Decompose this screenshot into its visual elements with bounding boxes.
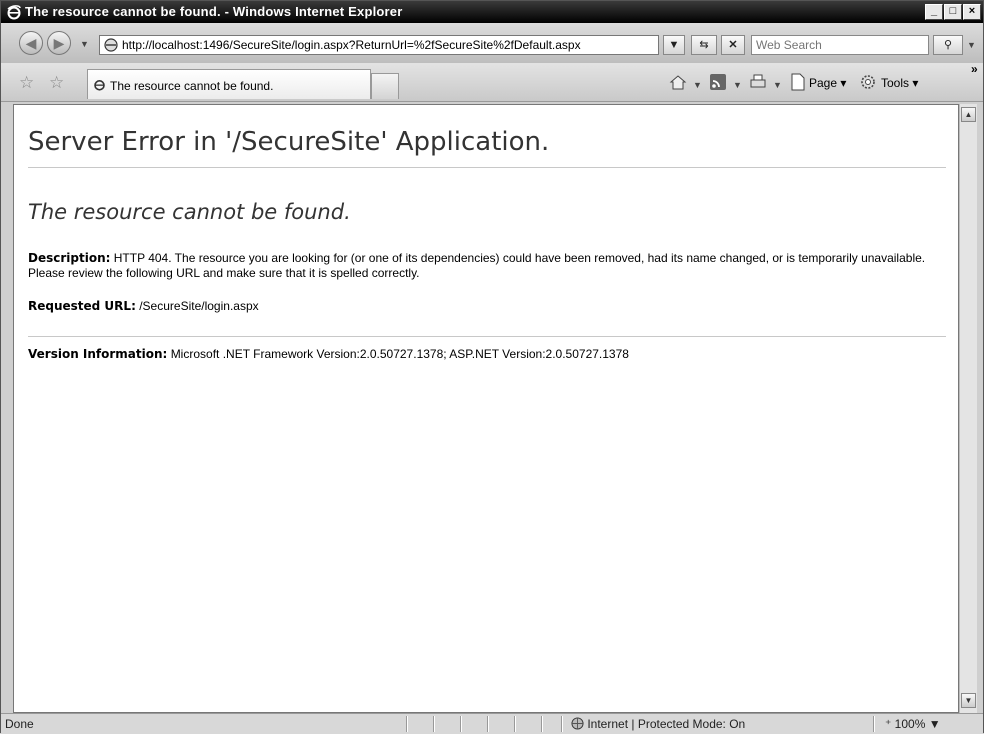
internet-globe-icon [571,717,584,730]
title-divider [28,167,946,168]
gear-icon[interactable] [859,73,877,91]
home-icon[interactable] [669,73,687,91]
back-arrow-icon: ◀ [25,35,37,51]
ie-logo-icon [7,5,21,20]
address-url: http://localhost:1496/SecureSite/login.a… [122,38,581,52]
page-icon [104,38,118,52]
favorites-center-icon[interactable]: ☆ [19,73,34,93]
maximize-button[interactable]: □ [944,4,962,20]
forward-button[interactable]: ▶ [47,31,71,55]
close-button[interactable]: × [963,4,981,20]
browser-tab[interactable]: The resource cannot be found. [87,69,371,99]
page-content: Server Error in '/SecureSite' Applicatio… [13,104,959,713]
scroll-down-button[interactable]: ▼ [961,693,976,708]
page-title: Server Error in '/SecureSite' Applicatio… [28,127,550,157]
stop-button[interactable]: ✕ [721,35,745,55]
search-button[interactable]: ⚲ [933,35,963,55]
address-bar[interactable]: http://localhost:1496/SecureSite/login.a… [99,35,659,55]
version-value: Microsoft .NET Framework Version:2.0.507… [170,347,629,361]
description-text: HTTP 404. The resource you are looking f… [28,251,926,280]
status-separator [541,716,543,732]
page-menu-label[interactable]: Page ▾ [809,76,846,90]
tab-label: The resource cannot be found. [110,79,274,93]
security-zone-text: Internet | Protected Mode: On [587,717,746,731]
page-menu-icon[interactable] [789,73,807,91]
status-separator [514,716,516,732]
description-paragraph: Description: HTTP 404. The resource you … [28,251,928,281]
security-zone[interactable]: Internet | Protected Mode: On [571,717,745,731]
forward-arrow-icon: ▶ [53,35,65,51]
magnifier-icon: ⚲ [943,39,953,51]
minimize-button[interactable]: _ [925,4,943,20]
requested-url-paragraph: Requested URL: /SecureSite/login.aspx [28,299,259,314]
navigation-bar: ◀ ▶ ▼ http://localhost:1496/SecureSite/l… [1,23,983,63]
back-button[interactable]: ◀ [19,31,43,55]
tab-ie-icon [94,80,105,91]
print-dropdown-icon[interactable]: ▼ [773,80,782,90]
feeds-dropdown-icon[interactable]: ▼ [733,80,742,90]
version-divider [28,336,946,337]
command-bar: ☆ ☆ The resource cannot be found. ▼ ▼ ▼ [1,62,983,102]
status-separator [406,716,408,732]
more-commands-chevron[interactable]: » [971,62,978,76]
description-label: Description: [28,251,111,265]
vertical-scrollbar[interactable]: ▲ ▼ [959,104,977,713]
version-label: Version Information: [28,347,168,361]
zoom-level-text: 100% [894,717,926,731]
requested-url-value: /SecureSite/login.aspx [139,299,259,313]
requested-url-label: Requested URL: [28,299,136,313]
home-dropdown-icon[interactable]: ▼ [693,80,702,90]
address-dropdown-button[interactable]: ▼ [663,35,685,55]
status-separator [487,716,489,732]
tools-menu-label[interactable]: Tools ▾ [881,76,918,90]
window-title: The resource cannot be found. - Windows … [25,4,403,19]
feeds-icon[interactable] [709,73,727,91]
version-paragraph: Version Information: Microsoft .NET Fram… [28,347,629,362]
scroll-up-button[interactable]: ▲ [961,107,976,122]
status-text: Done [5,717,34,731]
print-icon[interactable] [749,73,767,91]
status-separator [433,716,435,732]
status-separator [460,716,462,732]
status-separator [873,716,875,732]
history-dropdown-icon[interactable]: ▼ [80,39,89,49]
add-favorite-icon[interactable]: ☆ [49,73,64,93]
search-input[interactable] [752,36,930,54]
title-bar: The resource cannot be found. - Windows … [1,1,983,23]
status-separator [561,716,563,732]
zoom-level[interactable]: ⁺ 100% ▼ [885,717,941,731]
error-heading: The resource cannot be found. [28,200,351,224]
status-bar: Done Internet | Protected Mode: On ⁺ 100… [1,713,983,734]
search-box[interactable] [751,35,930,55]
search-options-dropdown[interactable]: ▼ [967,40,976,50]
new-tab-button[interactable] [371,73,399,99]
refresh-button[interactable]: ⇆ [691,35,717,55]
browser-window: The resource cannot be found. - Windows … [0,0,984,734]
